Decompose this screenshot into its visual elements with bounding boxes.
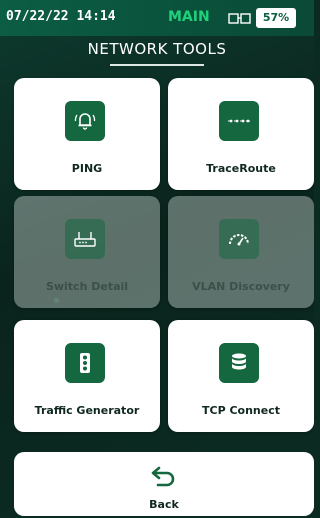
bell-ping-icon bbox=[65, 101, 105, 141]
title-underline bbox=[110, 64, 204, 66]
tile-label: TraceRoute bbox=[206, 162, 276, 175]
status-datetime: 07/22/22 14:14 bbox=[6, 9, 116, 24]
screen: 07/22/22 14:14 MAIN 57% NETWORK TOOLS PI… bbox=[0, 0, 314, 518]
database-icon bbox=[219, 343, 259, 383]
tile-label: VLAN Discovery bbox=[192, 280, 290, 293]
tile-traffic-generator[interactable]: Traffic Generator bbox=[14, 320, 160, 432]
page-title: NETWORK TOOLS bbox=[87, 40, 227, 58]
battery-indicator: 57% bbox=[256, 8, 296, 28]
traceroute-icon bbox=[219, 101, 259, 141]
status-mode: MAIN bbox=[168, 9, 210, 25]
tile-label: TCP Connect bbox=[202, 404, 280, 417]
tile-traceroute[interactable]: TraceRoute bbox=[168, 78, 314, 190]
back-label: Back bbox=[149, 498, 179, 511]
tile-ping[interactable]: PING bbox=[14, 78, 160, 190]
tile-label: Switch Detail bbox=[45, 280, 129, 293]
gauge-icon bbox=[219, 219, 259, 259]
network-ports-icon bbox=[228, 11, 252, 25]
back-button[interactable]: Back bbox=[14, 452, 314, 516]
tile-switch-detail: Switch Detail bbox=[14, 196, 160, 308]
tile-label: Traffic Generator bbox=[34, 404, 140, 417]
tile-label: PING bbox=[71, 162, 103, 175]
tile-vlan-discovery: VLAN Discovery bbox=[168, 196, 314, 308]
switch-icon bbox=[65, 219, 105, 259]
status-bar: 07/22/22 14:14 MAIN 57% bbox=[0, 0, 314, 36]
tile-tcp-connect[interactable]: TCP Connect bbox=[168, 320, 314, 432]
back-arrow-icon bbox=[150, 464, 178, 488]
traffic-light-icon bbox=[65, 343, 105, 383]
